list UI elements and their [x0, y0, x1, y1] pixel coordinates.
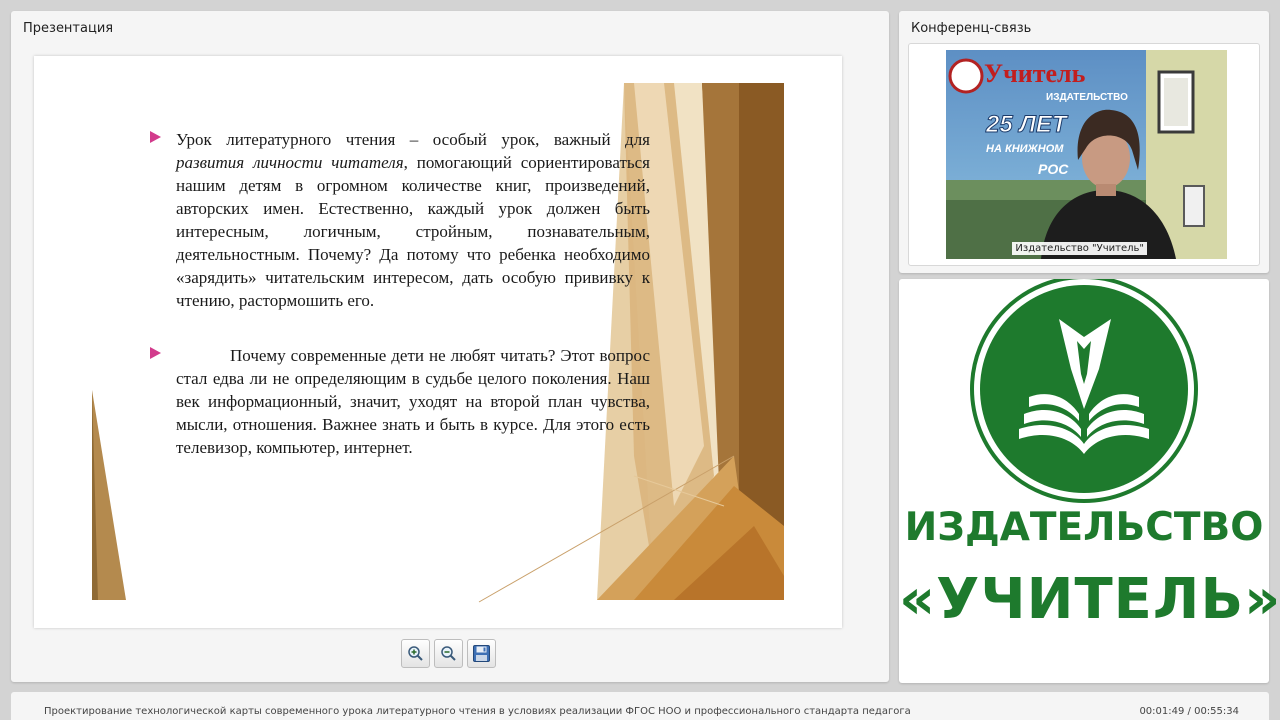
svg-text:ИЗДАТЕЛЬСТВО: ИЗДАТЕЛЬСТВО — [1046, 92, 1128, 103]
bullet-2-text: Почему современные дети не любят читать?… — [176, 346, 650, 457]
bullet-1-text-italic: развития личности читателя — [176, 153, 404, 172]
status-bar: Проектирование технологической карты сов… — [11, 692, 1269, 720]
bullet-arrow-icon — [150, 131, 161, 143]
video-feed[interactable]: Учитель ИЗДАТЕЛЬСТВО 25 ЛЕТ НА КНИЖНОМ Р… — [946, 50, 1227, 259]
floppy-disk-icon — [473, 645, 490, 662]
webinar-title: Проектирование технологической карты сов… — [44, 706, 911, 717]
banner-brand: Учитель — [984, 59, 1086, 88]
zoom-in-button[interactable] — [401, 639, 430, 668]
video-scene: Учитель ИЗДАТЕЛЬСТВО 25 ЛЕТ НА КНИЖНОМ Р… — [946, 50, 1227, 259]
save-button[interactable] — [467, 639, 496, 668]
slide: Урок литературного чтения – особый урок,… — [34, 56, 842, 628]
logo-text-brand: «УЧИТЕЛЬ» — [899, 567, 1280, 632]
zoom-in-icon — [408, 646, 423, 661]
bullet-1-text-a: Урок литературного чтения – особый урок,… — [176, 130, 650, 149]
svg-text:25 ЛЕТ: 25 ЛЕТ — [985, 111, 1069, 138]
svg-text:РОС: РОС — [1038, 161, 1069, 177]
zoom-out-button[interactable] — [434, 639, 463, 668]
slide-bullet-2: Почему современные дети не любят читать?… — [150, 344, 650, 459]
conference-panel: Конференц-связь Учитель ИЗДАТЕЛЬСТВО 25 … — [899, 11, 1269, 273]
video-frame: Учитель ИЗДАТЕЛЬСТВО 25 ЛЕТ НА КНИЖНОМ Р… — [908, 43, 1260, 266]
publisher-logo — [970, 279, 1198, 503]
playback-time: 00:01:49 / 00:55:34 — [1139, 706, 1239, 717]
presentation-title: Презентация — [23, 21, 114, 36]
bullet-1-text-b: , помогающий сориентироваться нашим детя… — [176, 153, 650, 310]
presentation-toolbar — [401, 639, 496, 668]
svg-text:НА КНИЖНОМ: НА КНИЖНОМ — [986, 143, 1064, 155]
video-caption: Издательство "Учитель" — [1012, 242, 1147, 255]
bullet-arrow-icon — [150, 347, 161, 359]
logo-text-publisher: ИЗДАТЕЛЬСТВО — [904, 505, 1264, 550]
slide-bullet-1: Урок литературного чтения – особый урок,… — [150, 128, 650, 312]
logo-panel: ИЗДАТЕЛЬСТВО «УЧИТЕЛЬ» — [899, 279, 1280, 683]
conference-title: Конференц-связь — [911, 21, 1032, 36]
presentation-panel: Презентация Урок литературного чтения – … — [11, 11, 889, 682]
zoom-out-icon — [441, 646, 456, 661]
